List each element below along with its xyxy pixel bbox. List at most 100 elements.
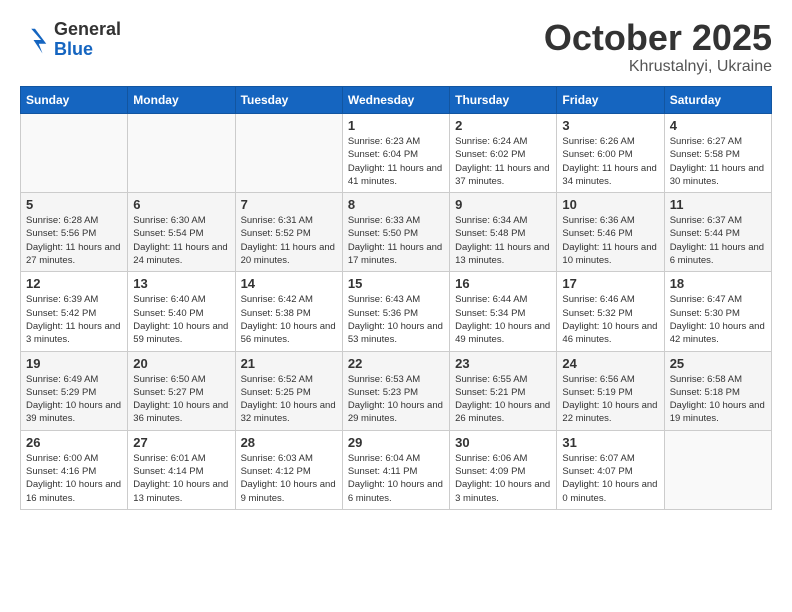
day-info: Sunrise: 6:42 AM Sunset: 5:38 PM Dayligh… [241,293,337,346]
day-number: 2 [455,118,551,133]
calendar-day-cell: 31Sunrise: 6:07 AM Sunset: 4:07 PM Dayli… [557,430,664,509]
day-number: 26 [26,435,122,450]
day-info: Sunrise: 6:27 AM Sunset: 5:58 PM Dayligh… [670,135,766,188]
calendar-day-cell: 25Sunrise: 6:58 AM Sunset: 5:18 PM Dayli… [664,351,771,430]
day-info: Sunrise: 6:46 AM Sunset: 5:32 PM Dayligh… [562,293,658,346]
calendar-day-cell: 26 Sunrise: 6:00 AM Sunset: 4:16 PM Dayli… [21,430,128,509]
day-number: 19 [26,356,122,371]
calendar-day-cell [21,114,128,193]
day-info: Sunrise: 6:43 AM Sunset: 5:36 PM Dayligh… [348,293,444,346]
calendar-day-cell: 20 Sunrise: 6:50 AM Sunset: 5:27 PM Dayli… [128,351,235,430]
calendar-day-cell: 27 Sunrise: 6:01 AM Sunset: 4:14 PM Dayli… [128,430,235,509]
page-header: General Blue October 2025 Khrustalnyi, U… [20,20,772,76]
calendar-day-cell: 19 Sunrise: 6:49 AM Sunset: 5:29 PM Dayli… [21,351,128,430]
weekday-header: Monday [128,87,235,114]
day-number: 25 [670,356,766,371]
day-number: 16 [455,276,551,291]
day-number: 28 [241,435,337,450]
day-info: Sunrise: 6:50 AM Sunset: 5:27 PM Dayligh… [133,373,229,426]
day-number: 8 [348,197,444,212]
calendar-day-cell: 2 Sunrise: 6:24 AM Sunset: 6:02 PM Daylig… [450,114,557,193]
day-info: Sunrise: 6:40 AM Sunset: 5:40 PM Dayligh… [133,293,229,346]
day-number: 29 [348,435,444,450]
calendar-day-cell: 16 Sunrise: 6:44 AM Sunset: 5:34 PM Dayli… [450,272,557,351]
weekday-header: Sunday [21,87,128,114]
calendar-day-cell: 18 Sunrise: 6:47 AM Sunset: 5:30 PM Dayli… [664,272,771,351]
day-number: 5 [26,197,122,212]
calendar-day-cell [128,114,235,193]
weekday-header: Wednesday [342,87,449,114]
day-info: Sunrise: 6:39 AM Sunset: 5:42 PM Dayligh… [26,293,122,346]
calendar-week-row: 12 Sunrise: 6:39 AM Sunset: 5:42 PM Dayli… [21,272,772,351]
calendar-week-row: 1Sunrise: 6:23 AM Sunset: 6:04 PM Daylig… [21,114,772,193]
day-info: Sunrise: 6:37 AM Sunset: 5:44 PM Dayligh… [670,214,766,267]
day-number: 20 [133,356,229,371]
day-number: 30 [455,435,551,450]
calendar-day-cell [664,430,771,509]
day-number: 21 [241,356,337,371]
day-info: Sunrise: 6:24 AM Sunset: 6:02 PM Dayligh… [455,135,551,188]
day-number: 6 [133,197,229,212]
calendar-day-cell: 22 Sunrise: 6:53 AM Sunset: 5:23 PM Dayli… [342,351,449,430]
calendar-day-cell: 9 Sunrise: 6:34 AM Sunset: 5:48 PM Daylig… [450,193,557,272]
day-info: Sunrise: 6:26 AM Sunset: 6:00 PM Dayligh… [562,135,658,188]
calendar-day-cell: 28 Sunrise: 6:03 AM Sunset: 4:12 PM Dayli… [235,430,342,509]
day-info: Sunrise: 6:49 AM Sunset: 5:29 PM Dayligh… [26,373,122,426]
calendar-day-cell: 11 Sunrise: 6:37 AM Sunset: 5:44 PM Dayli… [664,193,771,272]
logo: General Blue [20,20,121,60]
day-info: Sunrise: 6:04 AM Sunset: 4:11 PM Dayligh… [348,452,444,505]
day-info: Sunrise: 6:30 AM Sunset: 5:54 PM Dayligh… [133,214,229,267]
day-number: 11 [670,197,766,212]
calendar-day-cell: 24Sunrise: 6:56 AM Sunset: 5:19 PM Dayli… [557,351,664,430]
calendar-day-cell: 15 Sunrise: 6:43 AM Sunset: 5:36 PM Dayli… [342,272,449,351]
calendar-day-cell: 13Sunrise: 6:40 AM Sunset: 5:40 PM Dayli… [128,272,235,351]
day-info: Sunrise: 6:03 AM Sunset: 4:12 PM Dayligh… [241,452,337,505]
day-number: 17 [562,276,658,291]
day-info: Sunrise: 6:47 AM Sunset: 5:30 PM Dayligh… [670,293,766,346]
location-subtitle: Khrustalnyi, Ukraine [544,58,772,76]
logo-icon [20,25,50,55]
calendar-header-row: SundayMondayTuesdayWednesdayThursdayFrid… [21,87,772,114]
calendar-day-cell: 3 Sunrise: 6:26 AM Sunset: 6:00 PM Daylig… [557,114,664,193]
day-info: Sunrise: 6:28 AM Sunset: 5:56 PM Dayligh… [26,214,122,267]
logo-text: General Blue [54,20,121,60]
day-number: 22 [348,356,444,371]
day-info: Sunrise: 6:34 AM Sunset: 5:48 PM Dayligh… [455,214,551,267]
day-info: Sunrise: 6:36 AM Sunset: 5:46 PM Dayligh… [562,214,658,267]
weekday-header: Thursday [450,87,557,114]
calendar-day-cell: 23Sunrise: 6:55 AM Sunset: 5:21 PM Dayli… [450,351,557,430]
day-info: Sunrise: 6:56 AM Sunset: 5:19 PM Dayligh… [562,373,658,426]
calendar-day-cell: 21 Sunrise: 6:52 AM Sunset: 5:25 PM Dayli… [235,351,342,430]
calendar-day-cell [235,114,342,193]
day-number: 27 [133,435,229,450]
day-number: 4 [670,118,766,133]
day-number: 18 [670,276,766,291]
day-info: Sunrise: 6:53 AM Sunset: 5:23 PM Dayligh… [348,373,444,426]
day-number: 3 [562,118,658,133]
calendar-day-cell: 29 Sunrise: 6:04 AM Sunset: 4:11 PM Dayli… [342,430,449,509]
logo-blue: Blue [54,40,121,60]
calendar-day-cell: 30 Sunrise: 6:06 AM Sunset: 4:09 PM Dayli… [450,430,557,509]
day-number: 14 [241,276,337,291]
day-info: Sunrise: 6:52 AM Sunset: 5:25 PM Dayligh… [241,373,337,426]
calendar-table: SundayMondayTuesdayWednesdayThursdayFrid… [20,86,772,510]
day-info: Sunrise: 6:55 AM Sunset: 5:21 PM Dayligh… [455,373,551,426]
day-info: Sunrise: 6:44 AM Sunset: 5:34 PM Dayligh… [455,293,551,346]
day-number: 12 [26,276,122,291]
day-info: Sunrise: 6:06 AM Sunset: 4:09 PM Dayligh… [455,452,551,505]
day-info: Sunrise: 6:00 AM Sunset: 4:16 PM Dayligh… [26,452,122,505]
day-info: Sunrise: 6:31 AM Sunset: 5:52 PM Dayligh… [241,214,337,267]
calendar-day-cell: 7Sunrise: 6:31 AM Sunset: 5:52 PM Daylig… [235,193,342,272]
day-info: Sunrise: 6:01 AM Sunset: 4:14 PM Dayligh… [133,452,229,505]
day-number: 9 [455,197,551,212]
calendar-week-row: 26 Sunrise: 6:00 AM Sunset: 4:16 PM Dayli… [21,430,772,509]
day-number: 15 [348,276,444,291]
calendar-week-row: 19 Sunrise: 6:49 AM Sunset: 5:29 PM Dayli… [21,351,772,430]
day-info: Sunrise: 6:33 AM Sunset: 5:50 PM Dayligh… [348,214,444,267]
logo-general: General [54,20,121,40]
calendar-day-cell: 6 Sunrise: 6:30 AM Sunset: 5:54 PM Daylig… [128,193,235,272]
day-info: Sunrise: 6:23 AM Sunset: 6:04 PM Dayligh… [348,135,444,188]
calendar-day-cell: 14 Sunrise: 6:42 AM Sunset: 5:38 PM Dayli… [235,272,342,351]
calendar-day-cell: 10Sunrise: 6:36 AM Sunset: 5:46 PM Dayli… [557,193,664,272]
day-number: 31 [562,435,658,450]
